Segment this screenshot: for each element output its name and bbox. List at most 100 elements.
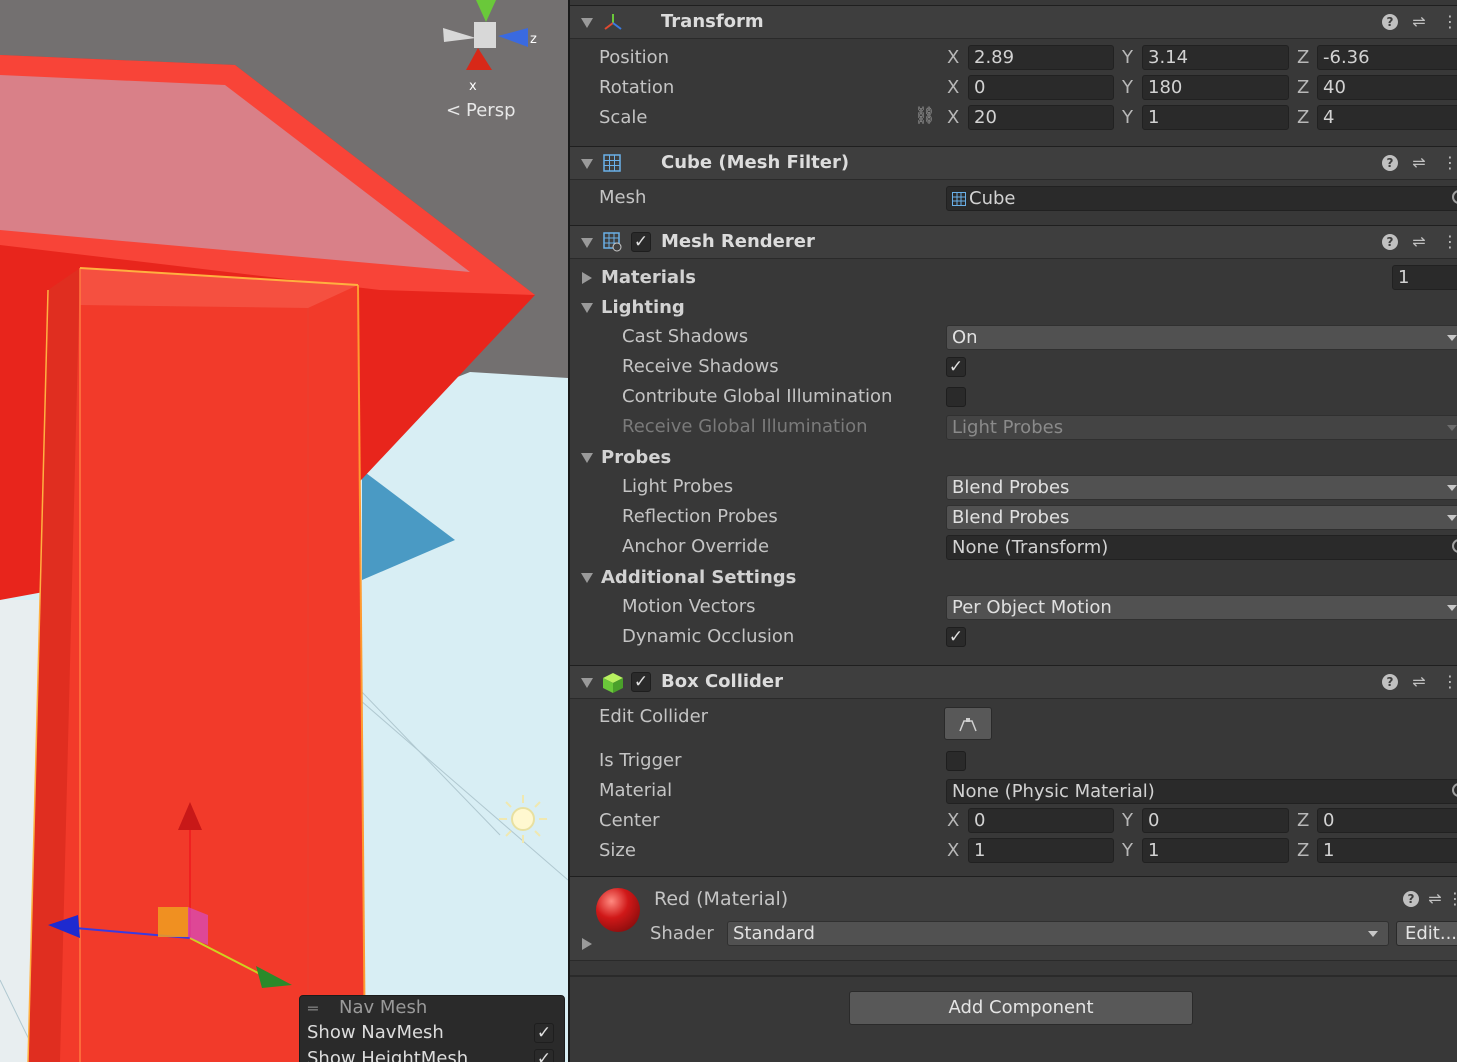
- directional-light-icon[interactable]: [499, 795, 547, 843]
- size-y-field[interactable]: 1: [1142, 838, 1289, 863]
- axis-x-label[interactable]: X: [947, 810, 959, 831]
- help-icon[interactable]: ?: [1403, 891, 1419, 907]
- contribute-gi-label[interactable]: Contribute Global Illumination: [622, 386, 892, 407]
- receive-shadows-label[interactable]: Receive Shadows: [622, 356, 779, 377]
- dynamic-occlusion-label[interactable]: Dynamic Occlusion: [622, 626, 794, 647]
- is-trigger-label[interactable]: Is Trigger: [599, 750, 682, 771]
- help-icon[interactable]: ?: [1382, 234, 1398, 250]
- size-x-field[interactable]: 1: [968, 838, 1114, 863]
- presets-icon[interactable]: ⇌: [1411, 234, 1427, 250]
- cast-shadows-label[interactable]: Cast Shadows: [622, 326, 748, 347]
- add-component-button[interactable]: Add Component: [849, 991, 1193, 1025]
- help-icon[interactable]: ?: [1382, 155, 1398, 171]
- axis-y-label[interactable]: Y: [1122, 77, 1133, 98]
- mesh-renderer-enabled-checkbox[interactable]: ✓: [631, 232, 651, 252]
- presets-icon[interactable]: ⇌: [1411, 14, 1427, 30]
- axis-x-label[interactable]: X: [947, 47, 959, 68]
- constrain-proportions-icon[interactable]: ⛓: [914, 106, 936, 126]
- mesh-label[interactable]: Mesh: [599, 187, 646, 208]
- position-y-field[interactable]: 3.14: [1142, 45, 1289, 70]
- presets-icon[interactable]: ⇌: [1427, 891, 1443, 907]
- foldout-arrow-icon[interactable]: [581, 678, 593, 688]
- position-label[interactable]: Position: [599, 47, 669, 68]
- rotation-z-field[interactable]: 40: [1317, 75, 1457, 100]
- drag-handle-icon[interactable]: ═: [308, 999, 318, 1018]
- axis-y-label[interactable]: Y: [1122, 107, 1133, 128]
- contribute-gi-checkbox[interactable]: [946, 387, 966, 407]
- object-picker-icon[interactable]: [1452, 539, 1457, 553]
- scale-z-field[interactable]: 4: [1317, 105, 1457, 130]
- plane-handle[interactable]: [158, 907, 188, 937]
- object-picker-icon[interactable]: [1452, 783, 1457, 797]
- persp-chevron-icon[interactable]: <: [446, 100, 461, 121]
- center-y-field[interactable]: 0: [1142, 808, 1289, 833]
- reflection-probes-label[interactable]: Reflection Probes: [622, 506, 778, 527]
- materials-size-field[interactable]: 1: [1392, 265, 1457, 290]
- edit-collider-label[interactable]: Edit Collider: [599, 706, 708, 727]
- scale-y-field[interactable]: 1: [1142, 105, 1289, 130]
- material-label[interactable]: Material: [599, 780, 672, 801]
- context-menu-icon[interactable]: ⋮: [1447, 891, 1457, 907]
- presets-icon[interactable]: ⇌: [1411, 155, 1427, 171]
- axis-x-label[interactable]: X: [947, 107, 959, 128]
- motion-vectors-label[interactable]: Motion Vectors: [622, 596, 755, 617]
- gizmo-center-cube[interactable]: [474, 22, 496, 48]
- box-collider-header[interactable]: ✓ Box Collider ? ⇌ ⋮: [570, 665, 1457, 699]
- axis-x-label[interactable]: X: [947, 77, 959, 98]
- scale-x-field[interactable]: 20: [968, 105, 1114, 130]
- context-menu-icon[interactable]: ⋮: [1442, 674, 1457, 690]
- mesh-object-field[interactable]: Cube: [946, 186, 1457, 211]
- context-menu-icon[interactable]: ⋮: [1442, 155, 1457, 171]
- axis-z-label[interactable]: Z: [1297, 77, 1309, 98]
- materials-label[interactable]: Materials: [601, 267, 696, 288]
- axis-x-label[interactable]: X: [947, 840, 959, 861]
- axis-y-label[interactable]: Y: [1122, 840, 1133, 861]
- anchor-override-field[interactable]: None (Transform): [946, 535, 1457, 560]
- reflection-probes-dropdown[interactable]: Blend Probes: [946, 505, 1457, 530]
- anchor-override-label[interactable]: Anchor Override: [622, 536, 769, 557]
- show-heightmesh-checkbox[interactable]: ✓: [534, 1049, 554, 1062]
- help-icon[interactable]: ?: [1382, 14, 1398, 30]
- position-x-field[interactable]: 2.89: [968, 45, 1114, 70]
- mesh-filter-header[interactable]: Cube (Mesh Filter) ? ⇌ ⋮: [570, 146, 1457, 180]
- axis-z-label[interactable]: Z: [1297, 810, 1309, 831]
- shader-edit-button[interactable]: Edit...: [1396, 921, 1457, 946]
- position-z-field[interactable]: -6.36: [1317, 45, 1457, 70]
- scale-label[interactable]: Scale: [599, 107, 647, 128]
- mesh-renderer-header[interactable]: ✓ Mesh Renderer ? ⇌ ⋮: [570, 225, 1457, 259]
- lighting-foldout-icon[interactable]: [581, 303, 593, 313]
- additional-settings-foldout-icon[interactable]: [581, 573, 593, 583]
- light-probes-dropdown[interactable]: Blend Probes: [946, 475, 1457, 500]
- shader-dropdown[interactable]: Standard: [727, 921, 1389, 946]
- edit-collider-button[interactable]: [944, 707, 992, 740]
- help-icon[interactable]: ?: [1382, 674, 1398, 690]
- scene-view[interactable]: z x < Persp ═ Nav Mesh Show NavMesh ✓ Sh…: [0, 0, 568, 1062]
- axis-z-label[interactable]: Z: [1297, 107, 1309, 128]
- axis-y-label[interactable]: Y: [1122, 47, 1133, 68]
- presets-icon[interactable]: ⇌: [1411, 674, 1427, 690]
- context-menu-icon[interactable]: ⋮: [1442, 14, 1457, 30]
- probes-foldout-icon[interactable]: [581, 453, 593, 463]
- lighting-label[interactable]: Lighting: [601, 297, 685, 318]
- size-z-field[interactable]: 1: [1317, 838, 1457, 863]
- box-collider-enabled-checkbox[interactable]: ✓: [631, 672, 651, 692]
- center-x-field[interactable]: 0: [968, 808, 1114, 833]
- foldout-arrow-icon[interactable]: [581, 238, 593, 248]
- materials-foldout-icon[interactable]: [582, 272, 592, 284]
- axis-z-label[interactable]: Z: [1297, 840, 1309, 861]
- light-probes-label[interactable]: Light Probes: [622, 476, 733, 497]
- context-menu-icon[interactable]: ⋮: [1442, 234, 1457, 250]
- foldout-arrow-icon[interactable]: [581, 159, 593, 169]
- show-navmesh-checkbox[interactable]: ✓: [534, 1023, 554, 1043]
- size-label[interactable]: Size: [599, 840, 636, 861]
- cast-shadows-dropdown[interactable]: On: [946, 325, 1457, 350]
- persp-label[interactable]: Persp: [466, 100, 516, 121]
- foldout-arrow-icon[interactable]: [581, 18, 593, 28]
- center-z-field[interactable]: 0: [1317, 808, 1457, 833]
- material-preview-sphere[interactable]: [596, 888, 640, 932]
- scene-canvas[interactable]: z x < Persp: [0, 0, 568, 1062]
- transform-header[interactable]: Transform ? ⇌ ⋮: [570, 5, 1457, 39]
- center-label[interactable]: Center: [599, 810, 660, 831]
- physic-material-field[interactable]: None (Physic Material): [946, 779, 1457, 804]
- rotation-x-field[interactable]: 0: [968, 75, 1114, 100]
